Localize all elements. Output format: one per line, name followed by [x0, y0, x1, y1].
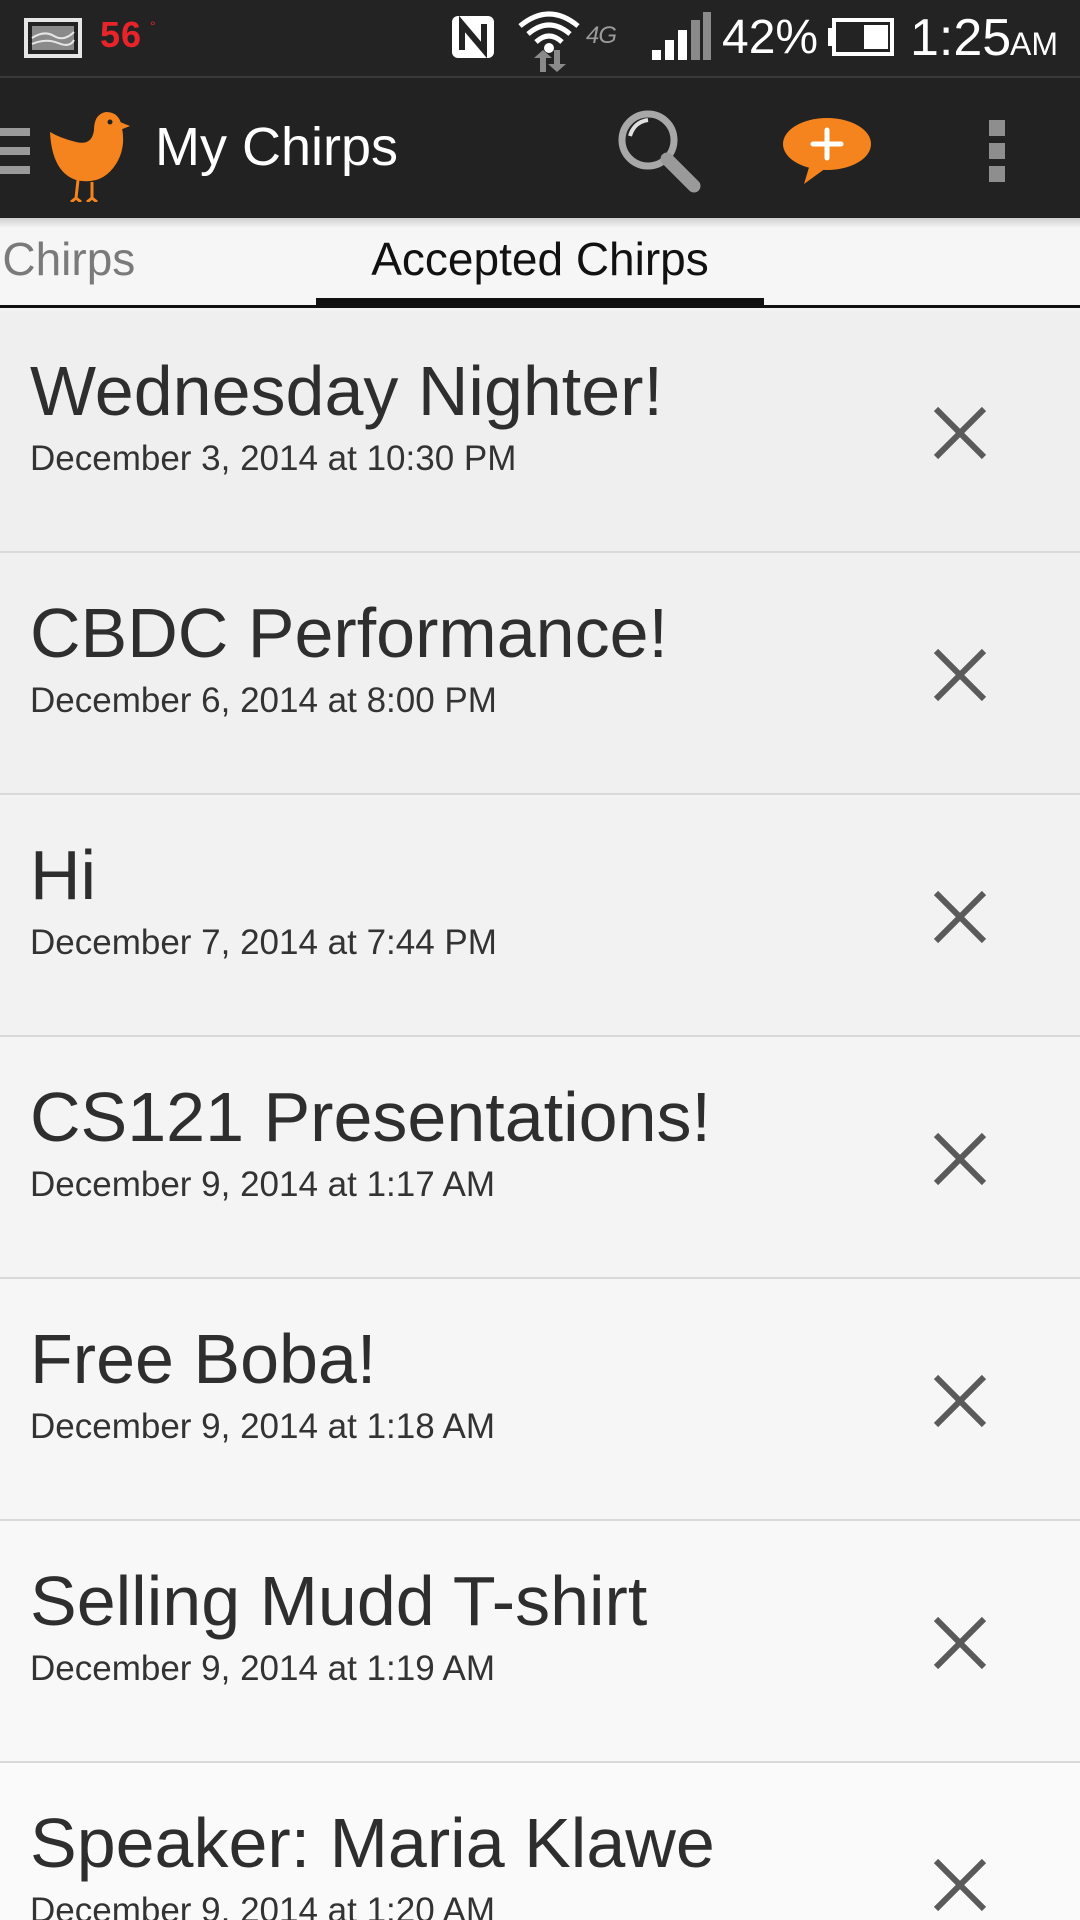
app-title: My Chirps — [155, 117, 399, 177]
tab-strip-shadow — [0, 218, 1080, 228]
menu-icon[interactable] — [0, 128, 30, 174]
chirp-title: Speaker: Maria Klawe — [30, 1804, 715, 1882]
signal-strength-icon — [652, 12, 711, 60]
search-icon[interactable] — [612, 104, 704, 196]
chirp-date: December 9, 2014 at 1:17 AM — [30, 1165, 495, 1204]
action-bar: My Chirps — [0, 76, 1080, 218]
chirp-list-item[interactable]: Speaker: Maria Klawe December 9, 2014 at … — [0, 1763, 1080, 1920]
degree-symbol: ° — [150, 18, 156, 34]
weather-temperature: 56 — [100, 14, 143, 55]
wifi-icon — [518, 11, 580, 72]
chirp-list-item[interactable]: Free Boba! December 9, 2014 at 1:18 AM — [0, 1279, 1080, 1521]
tab-strip: d Chirps Accepted Chirps — [0, 218, 1080, 308]
chirp-list[interactable]: Wednesday Nighter! December 3, 2014 at 10… — [0, 311, 1080, 1920]
tab-previous[interactable]: d Chirps — [0, 232, 135, 286]
chirp-list-item[interactable]: Selling Mudd T-shirt December 9, 2014 at … — [0, 1521, 1080, 1763]
network-type-label: 4G — [586, 22, 617, 49]
nfc-icon — [452, 15, 494, 59]
close-icon[interactable] — [930, 887, 990, 947]
clock-time: 1:25 — [910, 9, 1012, 67]
close-icon[interactable] — [930, 645, 990, 705]
close-icon[interactable] — [930, 1129, 990, 1189]
chirp-title: CS121 Presentations! — [30, 1078, 711, 1156]
battery-icon — [828, 18, 894, 56]
close-icon[interactable] — [930, 1855, 990, 1915]
close-icon[interactable] — [930, 1613, 990, 1673]
chirp-date: December 9, 2014 at 1:19 AM — [30, 1649, 495, 1688]
chirp-date: December 7, 2014 at 7:44 PM — [30, 923, 497, 962]
status-bar: 56 ° 4G 42% 1:25 AM — [0, 0, 1080, 76]
battery-percent: 42% — [722, 11, 819, 64]
chirp-date: December 9, 2014 at 1:18 AM — [30, 1407, 495, 1446]
chirp-date: December 9, 2014 at 1:20 AM — [30, 1891, 495, 1920]
tab-accepted-chirps[interactable]: Accepted Chirps — [316, 232, 764, 308]
chirp-title: Selling Mudd T-shirt — [30, 1562, 648, 1640]
chirp-title: Free Boba! — [30, 1320, 377, 1398]
clock-ampm: AM — [1010, 26, 1058, 62]
close-icon[interactable] — [930, 403, 990, 463]
chirp-date: December 6, 2014 at 8:00 PM — [30, 681, 497, 720]
chirp-list-item[interactable]: CBDC Performance! December 6, 2014 at 8:0… — [0, 553, 1080, 795]
chirp-date: December 3, 2014 at 10:30 PM — [30, 439, 517, 478]
chirp-list-item[interactable]: Hi December 7, 2014 at 7:44 PM — [0, 795, 1080, 1037]
chirp-title: Wednesday Nighter! — [30, 352, 663, 430]
chirp-title: Hi — [30, 836, 97, 914]
chirp-list-item[interactable]: Wednesday Nighter! December 3, 2014 at 10… — [0, 311, 1080, 553]
bird-logo-icon[interactable] — [46, 102, 130, 202]
tab-active-indicator — [316, 298, 764, 306]
add-chirp-icon[interactable] — [780, 114, 874, 186]
gallery-notification-icon — [24, 18, 82, 58]
close-icon[interactable] — [930, 1371, 990, 1431]
overflow-menu-icon[interactable] — [970, 116, 1024, 186]
chirp-title: CBDC Performance! — [30, 594, 668, 672]
chirp-list-item[interactable]: CS121 Presentations! December 9, 2014 at … — [0, 1037, 1080, 1279]
